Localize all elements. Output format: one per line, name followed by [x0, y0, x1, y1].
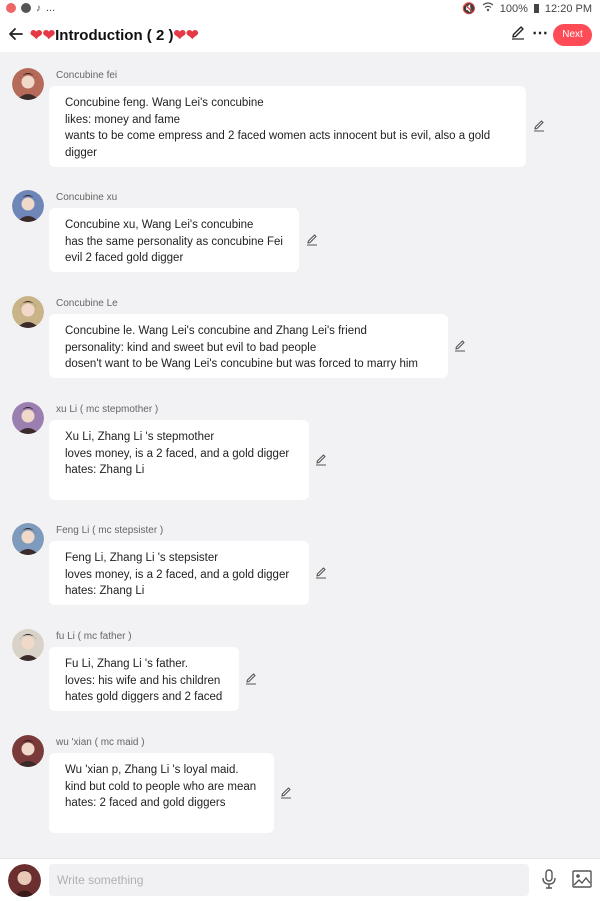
- character-avatar[interactable]: [12, 735, 44, 767]
- composer-bar: [0, 858, 600, 901]
- battery-icon: [533, 4, 539, 13]
- clock: 12:20 PM: [544, 2, 592, 15]
- title-hearts-right: ❤❤: [173, 27, 199, 44]
- message-line: Xu Li, Zhang Li 's stepmother: [65, 431, 215, 443]
- character-name: fu Li ( mc father ): [56, 631, 132, 642]
- message-line: dosen't want to be Wang Lei's concubine …: [65, 358, 418, 370]
- edit-message-icon[interactable]: [533, 119, 545, 137]
- character-avatar[interactable]: [12, 68, 44, 100]
- message-line: digger: [65, 146, 97, 159]
- image-icon[interactable]: [572, 870, 592, 893]
- edit-message-icon[interactable]: [245, 672, 257, 690]
- message-bubble: Concubine le. Wang Lei's concubine and Z…: [49, 314, 448, 378]
- message-line: hates: Zhang Li: [65, 585, 145, 597]
- message-line: kind but cold to people who are mean: [65, 780, 257, 793]
- mute-icon: 🔇: [462, 3, 476, 15]
- tiktok-notification-icon: ♪: [36, 2, 41, 14]
- character-avatar[interactable]: [12, 296, 44, 328]
- message-input[interactable]: [49, 864, 529, 896]
- message-line: loves: his wife and his children: [65, 674, 221, 687]
- message-bubble: Fu Li, Zhang Li 's father. loves: his wif…: [49, 647, 239, 711]
- message-line: has the same personality as concubine Fe…: [65, 235, 283, 248]
- title-text: Introduction ( 2 ): [55, 27, 174, 44]
- character-name: Concubine Le: [56, 298, 118, 309]
- app-notification-icon: [6, 3, 16, 13]
- character-name: Feng Li ( mc stepsister ): [56, 525, 164, 536]
- character-name: xu Li ( mc stepmother ): [56, 404, 159, 415]
- status-bar: ♪ ... 🔇 100% 12:20 PM: [0, 0, 600, 18]
- message-line: Wu 'xian p, Zhang Li 's loyal maid.: [65, 764, 239, 776]
- message-line: Feng Li, Zhang Li 's stepsister: [65, 552, 219, 564]
- page-title: ❤❤Introduction ( 2 )❤❤: [30, 26, 199, 44]
- character-avatar[interactable]: [12, 629, 44, 661]
- user-avatar[interactable]: [8, 864, 41, 897]
- play-notification-icon: [21, 3, 31, 13]
- character-avatar[interactable]: [12, 523, 44, 555]
- message-line: Fu Li, Zhang Li 's father.: [65, 658, 189, 670]
- message-line: hates gold diggers and 2 faced: [65, 691, 223, 703]
- title-hearts-left: ❤❤: [30, 27, 56, 44]
- character-avatar[interactable]: [12, 402, 44, 434]
- battery-level: 100%: [499, 2, 528, 15]
- character-name: wu 'xian ( mc maid ): [56, 737, 145, 748]
- message-bubble: Wu 'xian p, Zhang Li 's loyal maid. kind …: [49, 753, 274, 833]
- message-line: wants to be come empress and 2 faced wom…: [65, 130, 491, 142]
- message-line: Concubine feng. Wang Lei's concubine: [65, 97, 264, 109]
- microphone-icon[interactable]: [541, 869, 557, 894]
- more-options-icon[interactable]: ⋯: [532, 23, 549, 43]
- edit-message-icon[interactable]: [306, 233, 318, 251]
- top-bar: ❤❤Introduction ( 2 )❤❤ ⋯ Next: [0, 18, 600, 52]
- edit-message-icon[interactable]: [315, 453, 327, 471]
- message-line: loves money, is a 2 faced, and a gold di…: [65, 568, 290, 581]
- message-bubble: Xu Li, Zhang Li 's stepmother loves money…: [49, 420, 309, 500]
- character-name: Concubine xu: [56, 192, 118, 203]
- character-name: Concubine fei: [56, 70, 118, 81]
- edit-pencil-icon[interactable]: [510, 24, 526, 45]
- character-avatar[interactable]: [12, 190, 44, 222]
- edit-message-icon[interactable]: [454, 339, 466, 357]
- status-bar-notifications: ♪ ...: [6, 2, 55, 14]
- more-notifications: ...: [46, 2, 56, 14]
- message-bubble: Concubine feng. Wang Lei's concubine like…: [49, 86, 526, 167]
- edit-message-icon[interactable]: [315, 566, 327, 584]
- message-line: hates: Zhang Li: [65, 464, 145, 476]
- back-arrow-icon[interactable]: [8, 22, 24, 48]
- message-line: Concubine le. Wang Lei's concubine and Z…: [65, 325, 367, 337]
- status-bar-system: 🔇 100% 12:20 PM: [462, 2, 592, 15]
- message-line: loves money, is a 2 faced, and a gold di…: [65, 447, 290, 460]
- message-bubble: Feng Li, Zhang Li 's stepsister loves mon…: [49, 541, 309, 605]
- message-bubble: Concubine xu, Wang Lei's concubine has th…: [49, 208, 299, 272]
- wifi-icon: [482, 2, 494, 15]
- message-line: Concubine xu, Wang Lei's concubine: [65, 219, 254, 231]
- message-line: likes: money and fame: [65, 113, 181, 126]
- message-line: personality: kind and sweet but evil to …: [65, 341, 317, 354]
- message-line: hates: 2 faced and gold diggers: [65, 797, 226, 809]
- message-line: evil 2 faced gold digger: [65, 252, 184, 264]
- edit-message-icon[interactable]: [280, 786, 292, 804]
- next-button[interactable]: Next: [553, 24, 592, 46]
